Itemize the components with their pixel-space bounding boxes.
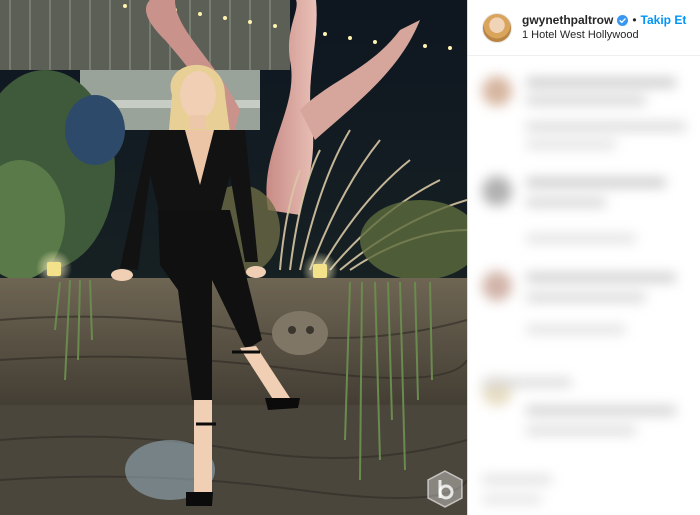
- post-header: gwynethpaltrow • Takip Et 1 Hotel West H…: [468, 0, 700, 56]
- header-row: gwynethpaltrow • Takip Et: [522, 13, 686, 28]
- watermark-logo-icon: [427, 470, 463, 508]
- location-link[interactable]: 1 Hotel West Hollywood: [522, 28, 686, 43]
- separator-dot: •: [632, 12, 637, 27]
- username-link[interactable]: gwynethpaltrow: [522, 13, 613, 28]
- post-side-panel: gwynethpaltrow • Takip Et 1 Hotel West H…: [467, 0, 700, 515]
- instagram-post: gwynethpaltrow • Takip Et 1 Hotel West H…: [0, 0, 700, 515]
- post-photo[interactable]: [0, 0, 467, 515]
- photo-illustration: [0, 0, 467, 515]
- header-text: gwynethpaltrow • Takip Et 1 Hotel West H…: [522, 13, 686, 43]
- verified-badge-icon: [617, 14, 629, 26]
- follow-button[interactable]: Takip Et: [641, 13, 687, 28]
- comments-area-blurred: [468, 56, 700, 515]
- avatar[interactable]: [482, 12, 512, 43]
